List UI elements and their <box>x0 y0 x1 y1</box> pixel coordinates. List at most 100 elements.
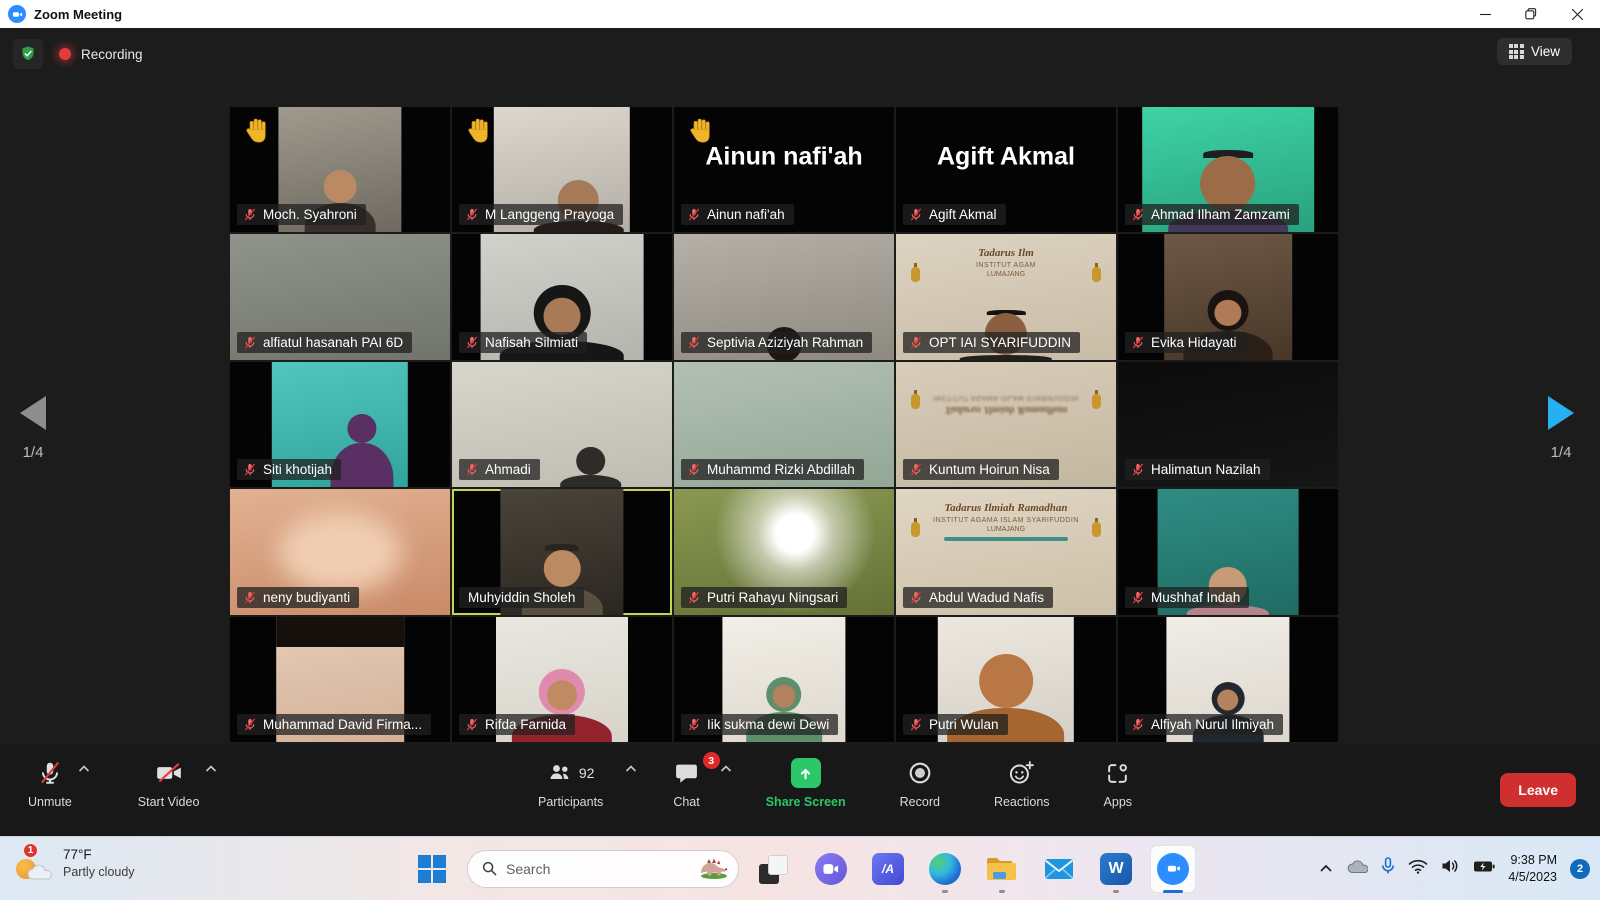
edge-icon[interactable] <box>923 840 967 898</box>
previous-page-icon[interactable] <box>20 396 46 430</box>
participant-tile[interactable]: Agift AkmalAgift Akmal <box>896 107 1116 232</box>
volume-icon[interactable] <box>1441 858 1460 879</box>
start-video-button[interactable]: Start Video <box>128 744 210 809</box>
muted-mic-icon <box>1131 462 1145 477</box>
muted-mic-icon <box>909 590 923 605</box>
participant-name: Agift Akmal <box>929 207 997 222</box>
notification-badge[interactable]: 2 <box>1570 859 1590 879</box>
restore-icon[interactable] <box>1508 0 1554 28</box>
video-options-icon[interactable] <box>205 762 217 776</box>
participant-tile[interactable]: Muhammd Rizki Abdillah <box>674 362 894 487</box>
participant-name-label: Alfiyah Nurul Ilmiyah <box>1125 714 1283 735</box>
search-box[interactable] <box>467 840 739 898</box>
participant-tile[interactable]: Moch. Syahroni <box>230 107 450 232</box>
file-explorer-icon[interactable] <box>980 840 1024 898</box>
leave-button[interactable]: Leave <box>1500 773 1576 807</box>
battery-icon[interactable] <box>1473 860 1495 878</box>
participant-tile[interactable]: Muhyiddin Sholeh <box>452 489 672 614</box>
participant-tile[interactable]: Nafisah Silmiati <box>452 234 672 359</box>
meeting-security-icon[interactable] <box>13 39 43 69</box>
participants-button[interactable]: 92 Participants <box>528 744 629 809</box>
minimize-icon[interactable] <box>1462 0 1508 28</box>
participant-tile[interactable]: Tadarus Ilmiah RamadhanINSTITUT AGAMA IS… <box>896 362 1116 487</box>
unmute-button[interactable]: Unmute <box>18 744 82 809</box>
participant-name-label: Ahmad Ilham Zamzami <box>1125 204 1299 225</box>
participant-tile[interactable]: alfiatul hasanah PAI 6D <box>230 234 450 359</box>
participant-tile[interactable]: Tadarus IlmINSTITUT AGAMLUMAJANGOPT IAI … <box>896 234 1116 359</box>
share-screen-icon <box>791 758 821 788</box>
start-icon[interactable] <box>410 840 454 898</box>
participant-tile[interactable]: Putri Wulan <box>896 617 1116 742</box>
clock[interactable]: 9:38 PM 4/5/2023 <box>1508 852 1557 885</box>
search-input[interactable] <box>506 861 666 877</box>
muted-mic-icon <box>909 335 923 350</box>
muted-mic-icon <box>243 590 257 605</box>
participant-name: Iik sukma dewi Dewi <box>707 717 829 732</box>
dinosaur-icon[interactable] <box>695 853 733 884</box>
mail-icon[interactable] <box>1037 840 1081 898</box>
participant-tile[interactable]: Tadarus Ilmiah RamadhanINSTITUT AGAMA IS… <box>896 489 1116 614</box>
share-screen-label: Share Screen <box>766 795 846 809</box>
muted-mic-icon <box>687 335 701 350</box>
participant-tile[interactable]: Alfiyah Nurul Ilmiyah <box>1118 617 1338 742</box>
onedrive-icon[interactable] <box>1346 859 1368 879</box>
participant-tile[interactable]: Evika Hidayati <box>1118 234 1338 359</box>
participants-count: 92 <box>579 765 595 781</box>
unmute-options-icon[interactable] <box>78 762 90 776</box>
participant-name: Muhyiddin Sholeh <box>468 590 575 605</box>
share-screen-button[interactable]: Share Screen <box>756 744 856 809</box>
chat-badge: 3 <box>703 752 720 769</box>
page-indicator-left: 1/4 <box>23 444 44 461</box>
participant-tile[interactable]: Putri Rahayu Ningsari <box>674 489 894 614</box>
muted-mic-icon <box>243 335 257 350</box>
zoom-icon[interactable] <box>1151 840 1195 898</box>
ramadan-banner: Tadarus Ilmiah RamadhanINSTITUT AGAMA IS… <box>909 502 1103 541</box>
tray-microphone-icon[interactable] <box>1381 857 1395 880</box>
muted-mic-icon <box>243 462 257 477</box>
zoom-app-icon <box>8 5 26 23</box>
meet-chat-icon[interactable] <box>809 840 853 898</box>
participant-tile[interactable]: Mushhaf Indah <box>1118 489 1338 614</box>
apps-button[interactable]: Apps <box>1094 744 1143 809</box>
participant-name-label: Muhammad David Firma... <box>237 714 431 735</box>
participant-name: Muhammd Rizki Abdillah <box>707 462 855 477</box>
close-icon[interactable] <box>1554 0 1600 28</box>
participant-name: Nafisah Silmiati <box>485 335 578 350</box>
cloud-icon <box>24 863 54 883</box>
participant-tile[interactable]: neny budiyanti <box>230 489 450 614</box>
participant-tile[interactable]: Iik sukma dewi Dewi <box>674 617 894 742</box>
participant-name-label: Halimatun Nazilah <box>1125 459 1270 480</box>
muted-mic-icon <box>243 207 257 222</box>
participants-options-icon[interactable] <box>625 762 637 776</box>
widgets-icon[interactable] <box>752 840 796 898</box>
participant-name-label: M Langgeng Prayoga <box>459 204 623 225</box>
participant-tile[interactable]: Siti khotijah <box>230 362 450 487</box>
next-page-icon[interactable] <box>1548 396 1574 430</box>
participant-tile[interactable]: Ahmadi <box>452 362 672 487</box>
word-icon[interactable]: W <box>1094 840 1138 898</box>
recording-indicator-icon[interactable] <box>59 48 71 60</box>
reactions-button[interactable]: Reactions <box>984 744 1060 809</box>
chat-options-icon[interactable] <box>720 762 732 776</box>
apps-icon <box>1105 758 1130 788</box>
participant-tile[interactable]: M Langgeng Prayoga <box>452 107 672 232</box>
participant-tile[interactable]: Ahmad Ilham Zamzami <box>1118 107 1338 232</box>
tray-chevron-up-icon[interactable] <box>1319 860 1333 878</box>
muted-mic-icon <box>909 462 923 477</box>
participant-tile[interactable]: Halimatun Nazilah <box>1118 362 1338 487</box>
participant-tile[interactable]: Septivia Aziziyah Rahman <box>674 234 894 359</box>
muted-mic-icon <box>909 717 923 732</box>
participant-tile[interactable]: Ainun nafi'ahAinun nafi'ah <box>674 107 894 232</box>
weather-condition: Partly cloudy <box>63 865 135 879</box>
slash-a-app-icon[interactable]: /A <box>866 840 910 898</box>
participant-tile[interactable]: Muhammad David Firma... <box>230 617 450 742</box>
view-button[interactable]: View <box>1497 38 1572 65</box>
weather-widget[interactable]: 1 77°F Partly cloudy <box>14 843 135 883</box>
participant-name: Mushhaf Indah <box>1151 590 1240 605</box>
participant-tile[interactable]: Rifda Farnida <box>452 617 672 742</box>
chat-button[interactable]: Chat 3 <box>663 744 721 809</box>
muted-mic-icon <box>243 717 257 732</box>
person-silhouette <box>560 447 622 487</box>
wifi-icon[interactable] <box>1408 859 1428 879</box>
record-button[interactable]: Record <box>890 744 950 809</box>
